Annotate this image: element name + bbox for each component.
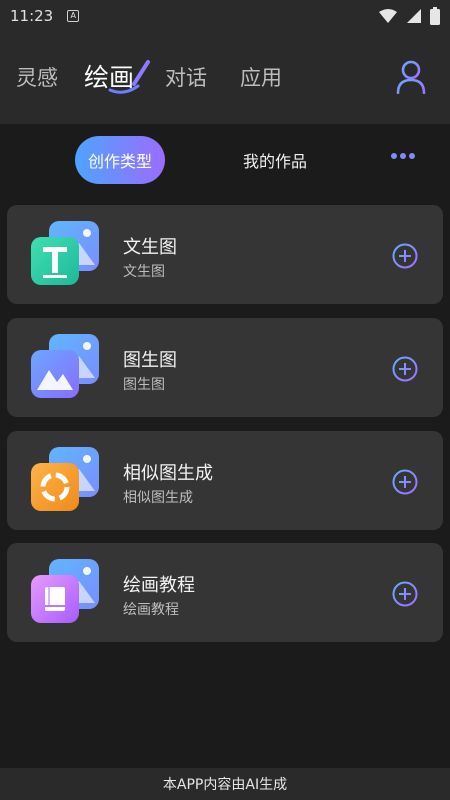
card-subtitle: 绘画教程 xyxy=(123,602,179,618)
sub-tabs: 创作类型 我的作品 xyxy=(0,124,450,200)
tab-creation-type[interactable]: 创作类型 xyxy=(75,136,165,184)
card-similar-image[interactable]: 相似图生成 相似图生成 xyxy=(7,431,443,530)
refresh-cycle-icon xyxy=(31,463,79,511)
more-icon[interactable] xyxy=(390,152,416,160)
add-circle-icon[interactable] xyxy=(392,243,418,269)
card-title: 绘画教程 xyxy=(123,575,195,596)
add-circle-icon[interactable] xyxy=(392,581,418,607)
tutorial-book-icon xyxy=(31,559,103,627)
card-subtitle: 相似图生成 xyxy=(123,490,193,506)
card-text-to-image[interactable]: 文生图 文生图 xyxy=(7,205,443,304)
notification-icon: A xyxy=(67,10,80,22)
card-subtitle: 图生图 xyxy=(123,377,165,393)
card-title: 文生图 xyxy=(123,237,177,258)
image-to-image-icon xyxy=(31,334,103,402)
tab-chat[interactable]: 对话 xyxy=(165,62,207,92)
signal-icon xyxy=(407,9,421,23)
tab-my-works[interactable]: 我的作品 xyxy=(220,136,330,184)
ai-disclaimer-footer: 本APP内容由AI生成 xyxy=(0,768,450,800)
top-navigation: 灵感 绘画 对话 应用 xyxy=(0,32,450,124)
card-title: 相似图生成 xyxy=(123,463,213,484)
text-letter-icon xyxy=(31,237,79,285)
wifi-icon xyxy=(379,9,397,23)
battery-icon xyxy=(430,7,440,25)
book-icon xyxy=(31,575,79,623)
tab-apps[interactable]: 应用 xyxy=(240,62,282,92)
similar-image-icon xyxy=(31,447,103,515)
brush-icon xyxy=(108,60,150,94)
mountain-icon xyxy=(31,350,79,398)
status-icons xyxy=(378,7,440,25)
card-title: 图生图 xyxy=(123,350,177,371)
card-painting-tutorial[interactable]: 绘画教程 绘画教程 xyxy=(7,543,443,642)
add-circle-icon[interactable] xyxy=(392,356,418,382)
user-profile-icon[interactable] xyxy=(396,60,426,94)
card-subtitle: 文生图 xyxy=(123,264,165,280)
clock: 11:23 xyxy=(10,7,54,25)
status-bar: 11:23 A xyxy=(0,0,450,32)
text-to-image-icon xyxy=(31,221,103,289)
add-circle-icon[interactable] xyxy=(392,469,418,495)
card-image-to-image[interactable]: 图生图 图生图 xyxy=(7,318,443,417)
tab-inspiration[interactable]: 灵感 xyxy=(16,62,58,92)
